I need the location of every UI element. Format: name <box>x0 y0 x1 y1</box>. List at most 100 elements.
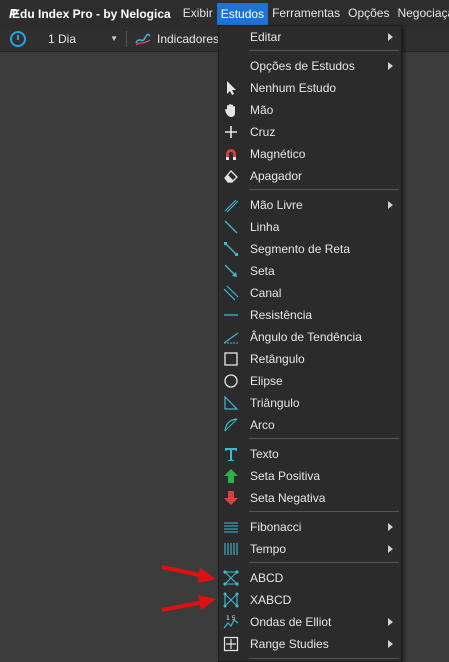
submenu-arrow-icon <box>388 62 393 70</box>
period-select[interactable]: 1 Dia ▼ <box>48 32 118 46</box>
up-arrow-icon <box>224 469 238 483</box>
menu-item-tempo[interactable]: Tempo <box>219 538 401 560</box>
indicators-icon <box>135 33 151 46</box>
menu-item-label: Mão Livre <box>250 198 303 212</box>
menu-item-fibonacci[interactable]: Fibonacci <box>219 516 401 538</box>
menu-separator <box>249 189 399 190</box>
menu-item-label: ABCD <box>250 571 284 585</box>
abcd-icon <box>223 570 239 586</box>
menu-ferramentas[interactable]: Ferramentas <box>268 0 344 27</box>
menu-item-ondas-de-elliot[interactable]: 1 5 Ondas de Elliot <box>219 611 401 633</box>
channel-icon <box>223 285 239 301</box>
menu-item-resistencia[interactable]: Resistência <box>219 304 401 326</box>
menu-item-range-studies[interactable]: Range Studies <box>219 633 401 655</box>
menu-item-label: Fibonacci <box>250 520 302 534</box>
menu-item-label: Seta <box>250 264 275 278</box>
menu-item-mao-livre[interactable]: Mão Livre <box>219 194 401 216</box>
menu-item-label: Seta Positiva <box>250 469 321 483</box>
cursor-arrow-icon <box>227 81 236 95</box>
menu-item-texto[interactable]: Texto <box>219 443 401 465</box>
clock-icon[interactable] <box>10 31 26 47</box>
menu-item-elipse[interactable]: Elipse <box>219 370 401 392</box>
time-lines-icon <box>224 543 238 555</box>
menu-item-apagador[interactable]: Apagador <box>219 165 401 187</box>
menu-item-seta[interactable]: Seta <box>219 260 401 282</box>
menu-item-label: Apagador <box>250 169 303 183</box>
menu-item-cruz[interactable]: Cruz <box>219 121 401 143</box>
menu-item-label: Range Studies <box>250 637 329 651</box>
menu-item-linha[interactable]: Linha <box>219 216 401 238</box>
eraser-icon <box>224 170 238 183</box>
annotation-arrow-icon <box>161 595 216 612</box>
menu-item-label: Ângulo de Tendência <box>250 330 362 344</box>
segment-icon <box>224 242 238 256</box>
trend-angle-icon <box>223 332 239 344</box>
menu-item-label: Ondas de Elliot <box>250 615 332 629</box>
submenu-arrow-icon <box>388 523 393 531</box>
freehand-icon <box>224 199 239 213</box>
menu-item-label: Editar <box>250 30 282 44</box>
submenu-arrow-icon <box>388 201 393 209</box>
fibonacci-icon <box>224 522 238 533</box>
menu-item-label: Cruz <box>250 125 276 139</box>
estudos-dropdown-menu: Editar Opções de Estudos Nenhum Estudo Mão C… <box>218 25 402 662</box>
menu-item-angulo-de-tendencia[interactable]: Ângulo de Tendência <box>219 326 401 348</box>
menu-separator <box>249 438 399 439</box>
arrow-line-icon <box>224 264 237 277</box>
menu-item-seta-negativa[interactable]: Seta Negativa <box>219 487 401 509</box>
menu-item-label: Seta Negativa <box>250 491 326 505</box>
menu-item-xabcd[interactable]: XABCD <box>219 589 401 611</box>
submenu-arrow-icon <box>388 640 393 648</box>
menu-item-seta-positiva[interactable]: Seta Positiva <box>219 465 401 487</box>
menu-item-label: Canal <box>250 286 282 300</box>
menu-item-editar[interactable]: Editar <box>219 26 401 48</box>
menu-item-magnetico[interactable]: Magnético <box>219 143 401 165</box>
menu-item-label: XABCD <box>250 593 292 607</box>
submenu-arrow-icon <box>388 33 393 41</box>
menu-exibir[interactable]: Exibir <box>179 0 217 27</box>
menu-estudos[interactable]: Estudos <box>216 2 269 25</box>
arc-icon <box>224 418 238 432</box>
elliot-waves-icon: 1 5 <box>223 615 239 629</box>
triangle-icon <box>224 395 239 410</box>
crosshair-icon <box>225 126 237 138</box>
menu-item-retangulo[interactable]: Retângulo <box>219 348 401 370</box>
menu-item-label: Linha <box>250 220 280 234</box>
menu-separator <box>249 511 399 512</box>
indicators-button[interactable]: Indicadores <box>157 32 219 46</box>
line-icon <box>224 220 238 234</box>
magnet-icon <box>226 149 236 160</box>
menu-item-mao[interactable]: Mão <box>219 99 401 121</box>
menu-item-abcd[interactable]: ABCD <box>219 567 401 589</box>
menu-item-canal[interactable]: Canal <box>219 282 401 304</box>
svg-text:1 5: 1 5 <box>226 615 236 622</box>
menu-item-label: Tempo <box>250 542 287 556</box>
hand-icon <box>225 104 235 117</box>
range-studies-icon <box>223 636 239 652</box>
menu-item-label: Mão <box>250 103 274 117</box>
menu-item-opcoes-de-estudos[interactable]: Opções de Estudos <box>219 55 401 77</box>
menu-item-label: Resistência <box>250 308 313 322</box>
annotation-arrow-icon <box>161 565 216 583</box>
menu-item-label: Opções de Estudos <box>250 59 355 73</box>
menu-item-arco[interactable]: Arco <box>219 414 401 436</box>
menu-separator <box>249 562 399 563</box>
menu-item-label: Elipse <box>250 374 283 388</box>
down-arrow-icon <box>224 491 238 505</box>
menu-item-label: Retângulo <box>250 352 305 366</box>
text-icon <box>225 448 237 461</box>
menu-bar: Edu Index Pro - by Nelogica Exibir Estud… <box>0 0 449 27</box>
menu-separator <box>249 658 399 659</box>
menu-item-segmento-de-reta[interactable]: Segmento de Reta <box>219 238 401 260</box>
menu-item-label: Arco <box>250 418 275 432</box>
menu-item-triangulo[interactable]: Triângulo <box>219 392 401 414</box>
xabcd-icon <box>223 592 239 608</box>
menu-opcoes[interactable]: Opções <box>344 0 393 27</box>
submenu-arrow-icon <box>388 618 393 626</box>
menu-negociacao[interactable]: Negociação <box>393 0 449 27</box>
chevron-down-icon: ▼ <box>110 34 118 43</box>
menu-item-nenhum-estudo[interactable]: Nenhum Estudo <box>219 77 401 99</box>
menu-item-label: Triângulo <box>250 396 300 410</box>
period-value: 1 Dia <box>48 32 77 46</box>
ellipse-icon <box>224 374 238 388</box>
